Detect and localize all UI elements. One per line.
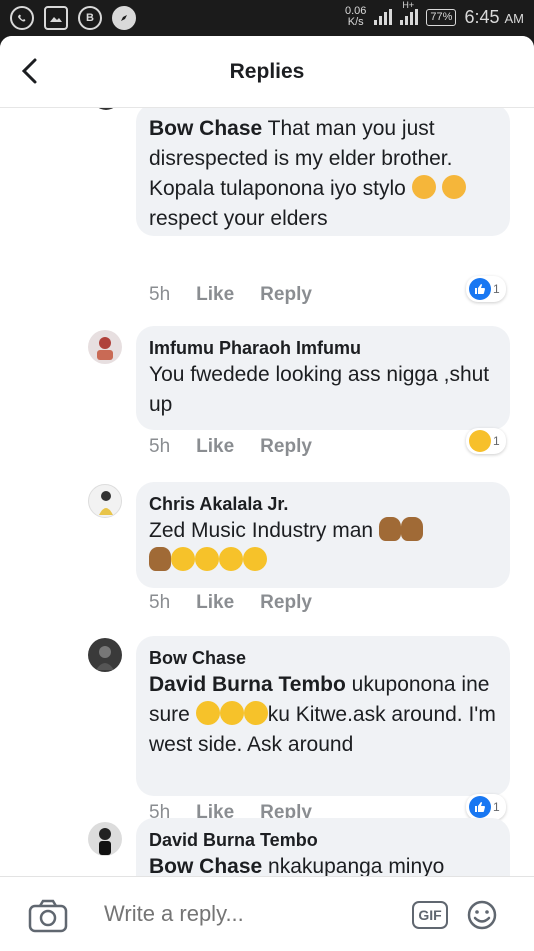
comment-time: 5h [149,284,171,305]
avatar[interactable] [92,108,120,110]
status-bar: B 0.06 K/s H+ 77% 6:45 AM [0,0,534,36]
comment-author[interactable]: Bow Chase [149,646,496,670]
network-speed-unit: K/s [347,16,364,28]
clock-time: 6:45 [464,6,500,27]
battery-indicator: 77% [426,8,457,26]
notification-icons: B [10,6,136,30]
emoji-sticker-icon[interactable] [466,899,498,931]
tears-of-joy-emoji-icon [219,701,244,725]
angry-face-emoji-icon [441,175,466,199]
comment-text: David Burna Tembo ukuponona ine sure ku … [149,670,496,760]
like-button[interactable]: Like [196,436,234,458]
page-title: Replies [229,60,305,83]
haha-reaction-icon [469,430,491,452]
like-reaction-icon [469,796,491,818]
network-speed: 0.06 K/s [345,6,366,28]
reaction-count-value: 1 [493,800,500,814]
replies-sheet: Replies Bow Chase That man you just disr… [0,36,534,951]
replies-feed[interactable]: Bow Chase That man you just disrespected… [0,108,534,876]
crying-face-emoji-icon [171,547,195,571]
clock-ampm: AM [504,10,525,26]
comment-actions: 5h Like Reply [149,592,312,614]
avatar[interactable] [88,822,122,856]
network-type-label: H+ [402,0,415,10]
tears-of-joy-emoji-icon [243,701,268,725]
clock: 6:45 AM [464,7,524,28]
comment-text: You fwedede looking ass nigga ,shut up [149,363,490,416]
like-button[interactable]: Like [196,592,234,614]
comment-text-main: Zed Music Industry man [149,519,374,542]
b-app-icon: B [78,6,102,30]
crying-face-emoji-icon [219,547,243,571]
reply-button[interactable]: Reply [260,436,312,458]
reaction-count[interactable]: 1 [466,428,506,454]
crying-face-emoji-icon [243,547,267,571]
comment-text: Bow Chase nkakupanga minyo [149,852,496,876]
comment-bubble[interactable]: Bow Chase David Burna Tembo ukuponona in… [136,636,510,796]
clapping-hands-emoji-icon [378,517,401,541]
avatar[interactable] [88,638,122,672]
comment-text: Bow Chase That man you just disrespected… [149,114,496,234]
comment-text-main: nkakupanga minyo [268,855,445,876]
comment-text: Zed Music Industry man [149,516,496,576]
reaction-count-value: 1 [493,282,500,296]
reply-composer: GIF [0,876,534,951]
comment-bubble[interactable]: Bow Chase That man you just disrespected… [136,108,510,236]
avatar[interactable] [88,330,122,364]
comment-author[interactable]: David Burna Tembo [149,828,496,852]
clapping-hands-emoji-icon [149,547,171,571]
gif-button[interactable]: GIF [412,901,448,929]
comment-author[interactable]: Bow Chase [149,117,262,140]
mentioned-user[interactable]: Bow Chase [149,855,262,876]
reply-button[interactable]: Reply [260,284,312,306]
comment-actions: 5h Like Reply [149,284,312,306]
top-bar: Replies [0,36,534,108]
clapping-hands-emoji-icon [400,517,423,541]
reaction-count[interactable]: 1 [466,276,506,302]
reaction-count-value: 1 [493,434,500,448]
system-indicators: 0.06 K/s H+ 77% 6:45 AM [345,0,524,28]
avatar[interactable] [88,484,122,518]
like-reaction-icon [469,278,491,300]
wifi-signal-icon [374,9,393,25]
angry-face-emoji-icon [411,175,436,199]
gallery-icon [44,6,68,30]
reaction-count[interactable]: 1 [466,794,506,820]
mentioned-user[interactable]: David Burna Tembo [149,673,346,696]
b-app-letter: B [86,12,94,24]
cell-signal-icon: H+ [400,0,419,25]
comment-bubble[interactable]: David Burna Tembo Bow Chase nkakupanga m… [136,818,510,876]
reply-button[interactable]: Reply [260,592,312,614]
comment-author[interactable]: Imfumu Pharaoh Imfumu [149,336,496,360]
comment-time: 5h [149,436,171,457]
comment-author[interactable]: Chris Akalala Jr. [149,492,496,516]
tears-of-joy-emoji-icon [195,701,220,725]
camera-icon[interactable] [28,899,68,933]
comment-bubble[interactable]: Chris Akalala Jr. Zed Music Industry man [136,482,510,588]
comment-bubble[interactable]: Imfumu Pharaoh Imfumu You fwedede lookin… [136,326,510,430]
crying-face-emoji-icon [195,547,219,571]
comment-text-part-2: respect your elders [149,207,328,230]
comment-time: 5h [149,592,171,613]
whatsapp-icon [10,6,34,30]
reply-input[interactable] [90,891,516,937]
like-button[interactable]: Like [196,284,234,306]
compass-icon [112,6,136,30]
comment-actions: 5h Like Reply [149,436,312,458]
